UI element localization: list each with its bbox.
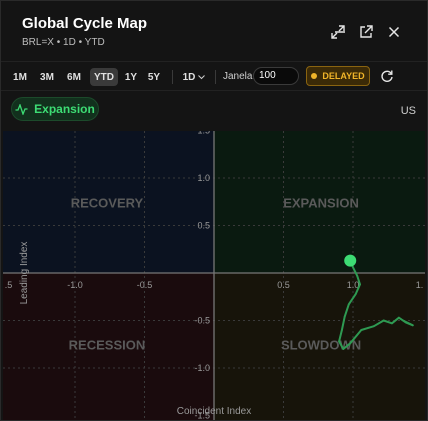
refresh-icon	[381, 70, 393, 82]
trajectory-point	[360, 329, 363, 331]
window-title: Global Cycle Map	[22, 15, 148, 32]
y-axis-label: Leading Index	[19, 242, 30, 305]
trajectory-point	[356, 274, 359, 277]
refresh-button[interactable]	[380, 69, 396, 85]
janela-input[interactable]: 100	[253, 67, 299, 85]
trajectory-point	[354, 293, 357, 295]
delayed-label: DELAYED	[322, 71, 365, 81]
cycle-chart[interactable]: -1.0-0.50.51.0.51.1.51.00.5-0.5-1.0-1.5R…	[3, 131, 425, 420]
chevron-down-icon	[198, 74, 206, 79]
status-bar: Expansion US	[1, 93, 427, 129]
y-tick-label: -0.5	[194, 316, 210, 326]
expand-icon	[331, 25, 345, 39]
trajectory-point	[338, 340, 340, 343]
activity-icon	[15, 103, 28, 115]
x-tick-label: -0.5	[137, 280, 153, 290]
popout-button[interactable]	[357, 23, 375, 41]
range-1y-button[interactable]: 1Y	[123, 68, 139, 86]
range-3m-button[interactable]: 3M	[37, 68, 57, 86]
close-button[interactable]	[385, 23, 403, 41]
cycle-chart-svg: -1.0-0.50.51.0.51.1.51.00.5-0.5-1.0-1.5R…	[3, 131, 425, 420]
interval-select[interactable]: 1D	[181, 68, 207, 86]
quadrant-label-recession: RECESSION	[69, 337, 146, 352]
region-label: US	[400, 105, 416, 117]
phase-label: Expansion	[34, 102, 95, 116]
range-6m-button[interactable]: 6M	[64, 68, 84, 86]
x-tick-label: 1.	[416, 280, 424, 290]
y-tick-label: 1.5	[197, 131, 210, 136]
range-ytd-button[interactable]: YTD	[90, 68, 118, 86]
trajectory-point	[343, 315, 346, 318]
trajectory-point	[411, 324, 414, 327]
cycle-map-window: Global Cycle Map BRL=X • 1D • YTD 1M 3M …	[0, 0, 428, 421]
x-tick-label: 0.5	[277, 280, 290, 290]
external-link-icon	[360, 25, 373, 38]
toolbar: 1M 3M 6M YTD 1Y 5Y 1D Janela: 100 DELAYE…	[1, 61, 427, 91]
quadrant-label-expansion: EXPANSION	[283, 196, 359, 211]
toolbar-divider	[215, 70, 216, 84]
trajectory-point	[352, 266, 354, 269]
janela-label: Janela:	[223, 71, 256, 82]
y-tick-label: 0.5	[197, 221, 210, 231]
interval-value: 1D	[182, 71, 196, 83]
trajectory-point	[382, 319, 385, 322]
trajectory-point	[359, 283, 361, 286]
latest-point-marker	[344, 254, 357, 267]
trajectory-point	[340, 329, 343, 331]
close-icon	[388, 26, 400, 38]
x-tick-label: .5	[5, 280, 13, 290]
x-axis-label: Coincident Index	[177, 406, 252, 417]
x-tick-label: -1.0	[67, 280, 83, 290]
trajectory-point	[342, 348, 345, 350]
trajectory-point	[372, 325, 375, 328]
y-tick-label: -1.0	[194, 363, 210, 373]
y-tick-label: 1.0	[197, 173, 210, 183]
range-1m-button[interactable]: 1M	[10, 68, 30, 86]
status-dot-icon	[311, 73, 318, 79]
trajectory-point	[402, 319, 404, 322]
phase-badge: Expansion	[11, 97, 99, 121]
trajectory-point	[391, 322, 393, 325]
window-subtitle: BRL=X • 1D • YTD	[22, 37, 105, 48]
trajectory-point	[349, 342, 352, 345]
quadrant-label-recovery: RECOVERY	[71, 196, 144, 211]
range-5y-button[interactable]: 5Y	[145, 68, 163, 86]
delayed-badge: DELAYED	[306, 66, 370, 86]
trajectory-point	[397, 316, 400, 319]
trajectory-point	[404, 321, 407, 324]
toolbar-divider	[172, 70, 173, 84]
trajectory-point	[347, 303, 350, 306]
fullscreen-button[interactable]	[329, 23, 347, 41]
